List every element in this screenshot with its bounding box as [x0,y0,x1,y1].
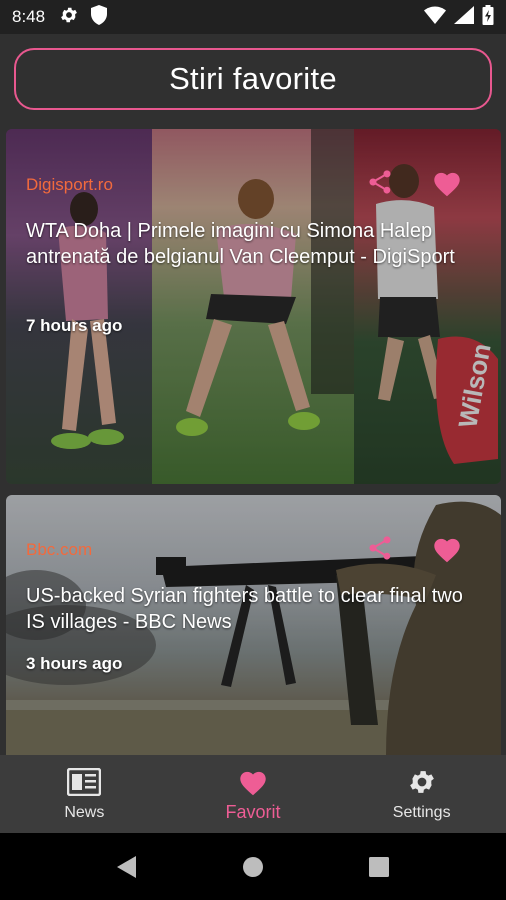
nav-item-favorit[interactable]: Favorit [169,755,338,833]
nav-item-news[interactable]: News [0,755,169,833]
share-button[interactable] [365,167,395,197]
favorite-button[interactable] [431,168,463,198]
page-title-box: Stiri favorite [14,48,492,110]
news-card[interactable]: Wilson Digisport.ro WTA Doha | Primele i… [6,129,501,484]
battery-charging-icon [482,4,494,30]
newspaper-icon [67,766,102,798]
recents-square-icon [369,856,389,877]
status-bar: 8:48 [0,0,506,34]
news-card[interactable]: Bbc.com US-backed Syrian fighters battle… [6,495,501,755]
article-source[interactable]: Bbc.com [26,540,92,560]
home-button[interactable] [190,856,316,878]
heart-icon [434,172,460,197]
back-triangle-icon [117,855,136,878]
heart-icon [237,766,269,798]
status-time: 8:48 [12,7,46,26]
home-circle-icon [243,856,263,877]
page-title: Stiri favorite [169,61,337,96]
nav-item-settings[interactable]: Settings [337,755,506,833]
article-headline[interactable]: US-backed Syrian fighters battle to clea… [26,583,486,635]
nav-label-settings: Settings [392,804,451,821]
article-time: 3 hours ago [26,654,123,673]
app-screen: 8:48 Stiri favorite Wilson Digisport.ro … [0,0,506,900]
share-icon [369,170,391,194]
article-headline[interactable]: WTA Doha | Primele imagini cu Simona Hal… [26,218,486,270]
bottom-navigation: News Favorit Settings [0,755,506,833]
article-time: 7 hours ago [26,316,123,335]
shield-notification-icon [91,4,108,30]
share-icon [369,536,391,560]
gear-icon [407,766,437,798]
signal-icon [454,5,474,29]
settings-notification-icon [59,5,79,30]
status-system-icons [424,4,494,30]
recents-button[interactable] [316,856,442,877]
back-button[interactable] [64,855,190,879]
share-button[interactable] [365,533,395,563]
article-source[interactable]: Digisport.ro [26,175,113,195]
heart-icon [434,538,460,563]
status-notification-icons [59,4,108,30]
wifi-icon [424,6,446,29]
nav-label-favorit: Favorit [225,801,281,822]
system-navigation-bar [0,833,506,900]
favorite-button[interactable] [431,534,463,564]
nav-label-news: News [64,804,105,821]
